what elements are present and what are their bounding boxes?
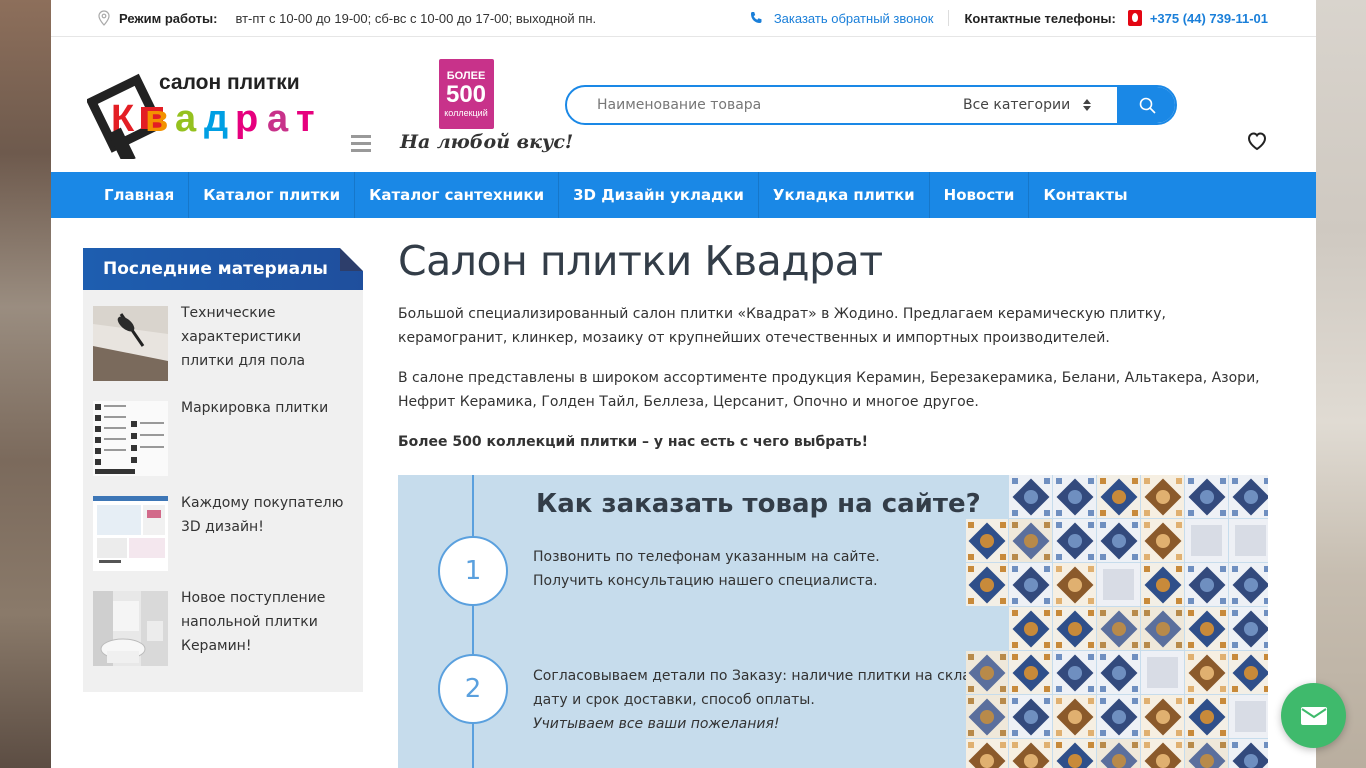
hours-label: Режим работы: [119,10,218,26]
phone-icon [750,12,762,23]
callback-label: Заказать обратный звонок [773,10,934,26]
category-select-value: Все категории [963,97,1071,113]
step-number: 2 [464,674,482,704]
promo-badge: БОЛЕЕ 500 коллекций На любой вкус! [400,59,574,157]
promo-box: БОЛЕЕ 500 коллекций [438,59,494,129]
order-steps-block: Как заказать товар на сайте? 1 Позвонить… [398,475,1268,768]
svg-text:а: а [175,98,197,140]
nav-item-news[interactable]: Новости [930,172,1030,218]
intro-paragraph: Большой специализированный салон плитки … [398,306,1166,346]
mts-operator-icon [1127,10,1142,26]
step-note: Учитываем все ваши пожелания! [533,716,780,732]
hours-value: вт-пт с 10-00 до 19-00; сб-вс с 10-00 до… [235,10,597,26]
brands-paragraph: В салоне представлены в широком ассортим… [398,370,1260,410]
phone-number[interactable]: +375 (44) 739-11-01 [1150,11,1268,26]
sidebar-item[interactable]: Маркировка плитки [93,400,353,496]
sidebar-item-title: Маркировка плитки [181,400,329,416]
svg-text:р: р [235,98,258,140]
mail-icon [1300,706,1327,725]
order-title: Как заказать товар на сайте? [536,489,981,519]
sidebar-item[interactable]: Новое поступление напольной плитки Керам… [93,590,353,686]
svg-text:а: а [267,98,289,140]
main-content: Салон плитки Квадрат Большой специализир… [398,236,1268,768]
step-line: Получить консультацию нашего специалиста… [533,573,878,589]
svg-text:д: д [204,98,228,140]
search-button[interactable] [1117,87,1175,123]
menu-burger-icon[interactable] [351,135,371,152]
mail-contact-button[interactable] [1281,683,1346,748]
divider [948,10,950,26]
location-pin-icon [98,10,110,26]
background-left [0,0,51,768]
favorites-heart-icon[interactable] [1246,131,1268,151]
contacts-label: Контактные телефоны: [964,10,1116,26]
header: салон плитки К в а д р а т БОЛЕЕ 500 кол… [51,37,1316,172]
nav-item-tile-laying[interactable]: Укладка плитки [759,172,930,218]
step-number-circle: 1 [438,536,508,606]
nav-item-home[interactable]: Главная [90,172,190,218]
category-select[interactable]: Все категории [957,87,1117,123]
sidebar-recent: Последние материалы Технические характер… [83,248,363,692]
sidebar-list: Технические характеристики плитки для по… [83,290,363,692]
search-input[interactable] [567,87,957,123]
background-right [1316,0,1366,768]
page-title: Салон плитки Квадрат [398,237,883,285]
step-number: 1 [464,556,482,586]
site-logo[interactable]: салон плитки К в а д р а т [87,67,337,159]
sidebar-item-title: Новое поступление напольной плитки Керам… [181,590,326,654]
sidebar-item[interactable]: Каждому покупателю 3D дизайн! [93,495,353,591]
sidebar-item-title: Каждому покупателю 3D дизайн! [181,495,344,535]
callback-link[interactable]: Заказать обратный звонок [749,10,934,26]
article-thumbnail [93,401,168,476]
article-thumbnail [93,306,168,381]
logo-top-text: салон плитки [159,71,300,94]
article-thumbnail [93,496,168,571]
svg-text:в: в [145,98,168,140]
search-bar: Все категории [565,85,1177,125]
svg-text:т: т [296,98,315,140]
promo-line2: 500 [445,81,487,108]
topbar: Режим работы: вт-пт с 10-00 до 19-00; сб… [51,0,1316,37]
work-hours: Режим работы: вт-пт с 10-00 до 19-00; сб… [98,10,596,26]
decor-tiles-image [966,475,1268,768]
corner-fold [340,248,363,271]
sidebar-title: Последние материалы [83,248,363,290]
nav-item-tile-catalog[interactable]: Каталог плитки [189,172,356,218]
promo-slogan: На любой вкус! [400,131,574,153]
select-arrows-icon [1083,99,1091,111]
sidebar-title-text: Последние материалы [103,259,328,279]
step-number-circle: 2 [438,654,508,724]
highlight-text: Более 500 коллекций плитки – у нас есть … [398,434,869,450]
step-line: Позвонить по телефонам указанным на сайт… [533,549,880,565]
step-text: Позвонить по телефонам указанным на сайт… [533,545,880,593]
sidebar-item[interactable]: Технические характеристики плитки для по… [93,305,353,401]
step-line: дату и срок доставки, способ оплаты. [533,692,815,708]
page: Режим работы: вт-пт с 10-00 до 19-00; сб… [51,0,1316,768]
nav-item-3d-design[interactable]: 3D Дизайн укладки [559,172,759,218]
nav-item-contacts[interactable]: Контакты [1029,172,1141,218]
promo-line3: коллекций [444,108,488,118]
step-text: Согласовываем детали по Заказу: наличие … [533,664,994,736]
step-line: Согласовываем детали по Заказу: наличие … [533,668,994,684]
topbar-contacts: Заказать обратный звонок Контактные теле… [749,10,1268,26]
search-icon [1139,97,1156,114]
nav-item-plumbing-catalog[interactable]: Каталог сантехники [355,172,560,218]
main-nav: Главная Каталог плитки Каталог сантехник… [51,172,1316,218]
timeline-line [472,475,474,768]
sidebar-item-title: Технические характеристики плитки для по… [181,305,306,369]
article-thumbnail [93,591,168,666]
